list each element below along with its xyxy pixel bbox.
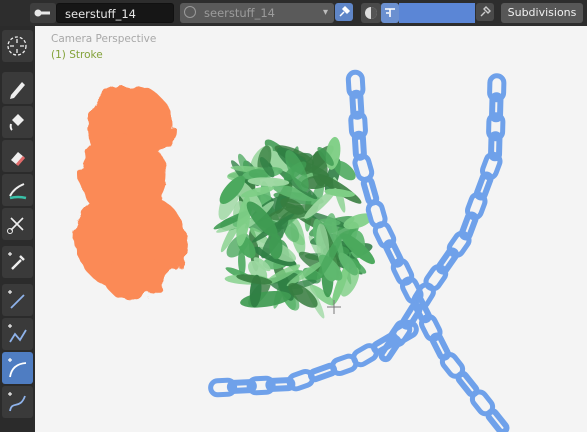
eraser-icon (11, 152, 26, 166)
material-name: seerstuff_14 (204, 6, 275, 20)
brush-type-button[interactable] (30, 3, 56, 23)
orange-stroke (75, 86, 187, 300)
bucket-icon (9, 114, 24, 131)
cutter-tool[interactable] (2, 208, 33, 240)
line-icon (8, 290, 25, 309)
subdivisions-button[interactable]: Subdivisions (501, 3, 583, 23)
eyedropper-icon (8, 252, 25, 270)
chevron-down-icon: ▾ (322, 7, 328, 18)
brush-name-field[interactable]: seerstuff_14 (56, 3, 174, 23)
chain-link (435, 247, 460, 275)
material-sphere-icon (184, 6, 196, 18)
line-tool[interactable] (2, 284, 33, 316)
pin-icon[interactable] (476, 3, 494, 21)
viewport-title: Camera Perspective (51, 33, 157, 45)
polyline-tool[interactable] (2, 318, 33, 350)
tint-brush-icon (9, 183, 27, 200)
tint-tool[interactable] (2, 174, 33, 206)
color-field[interactable] (399, 3, 475, 23)
viewport-shading-icon[interactable] (361, 3, 381, 23)
arc-tool[interactable] (2, 352, 33, 384)
polyline-icon (8, 324, 27, 343)
drawing-canvas (75, 69, 510, 432)
arc-icon (8, 358, 27, 378)
fill-tool[interactable] (2, 106, 33, 138)
key-icon (34, 9, 50, 17)
tool-shelf (0, 26, 35, 432)
chain-link (360, 176, 380, 206)
curve-tool[interactable] (2, 386, 33, 418)
draw-tool[interactable] (2, 72, 33, 104)
crosshair-circle-icon (7, 36, 27, 56)
chain-link (485, 408, 510, 432)
texture-icon[interactable] (381, 3, 399, 23)
cursor-tool[interactable] (2, 30, 33, 62)
material-selector[interactable]: seerstuff_14 ▾ (180, 3, 334, 23)
viewport-canvas[interactable]: Camera Perspective (1) Stroke (35, 26, 587, 432)
chain-strand-right (378, 73, 507, 363)
eyedropper-tool[interactable] (2, 246, 33, 278)
pencil-icon (10, 82, 25, 99)
chain-link (423, 264, 449, 292)
chain-link (391, 319, 419, 344)
curve-icon (8, 392, 26, 412)
tool-header: seerstuff_14 seerstuff_14 ▾ Subdivisions (0, 0, 587, 27)
scissors-icon (7, 217, 24, 234)
pin-icon[interactable] (335, 3, 353, 21)
erase-tool[interactable] (2, 140, 33, 172)
active-object-label: (1) Stroke (51, 49, 103, 61)
chain-strand-vertical (345, 69, 510, 432)
